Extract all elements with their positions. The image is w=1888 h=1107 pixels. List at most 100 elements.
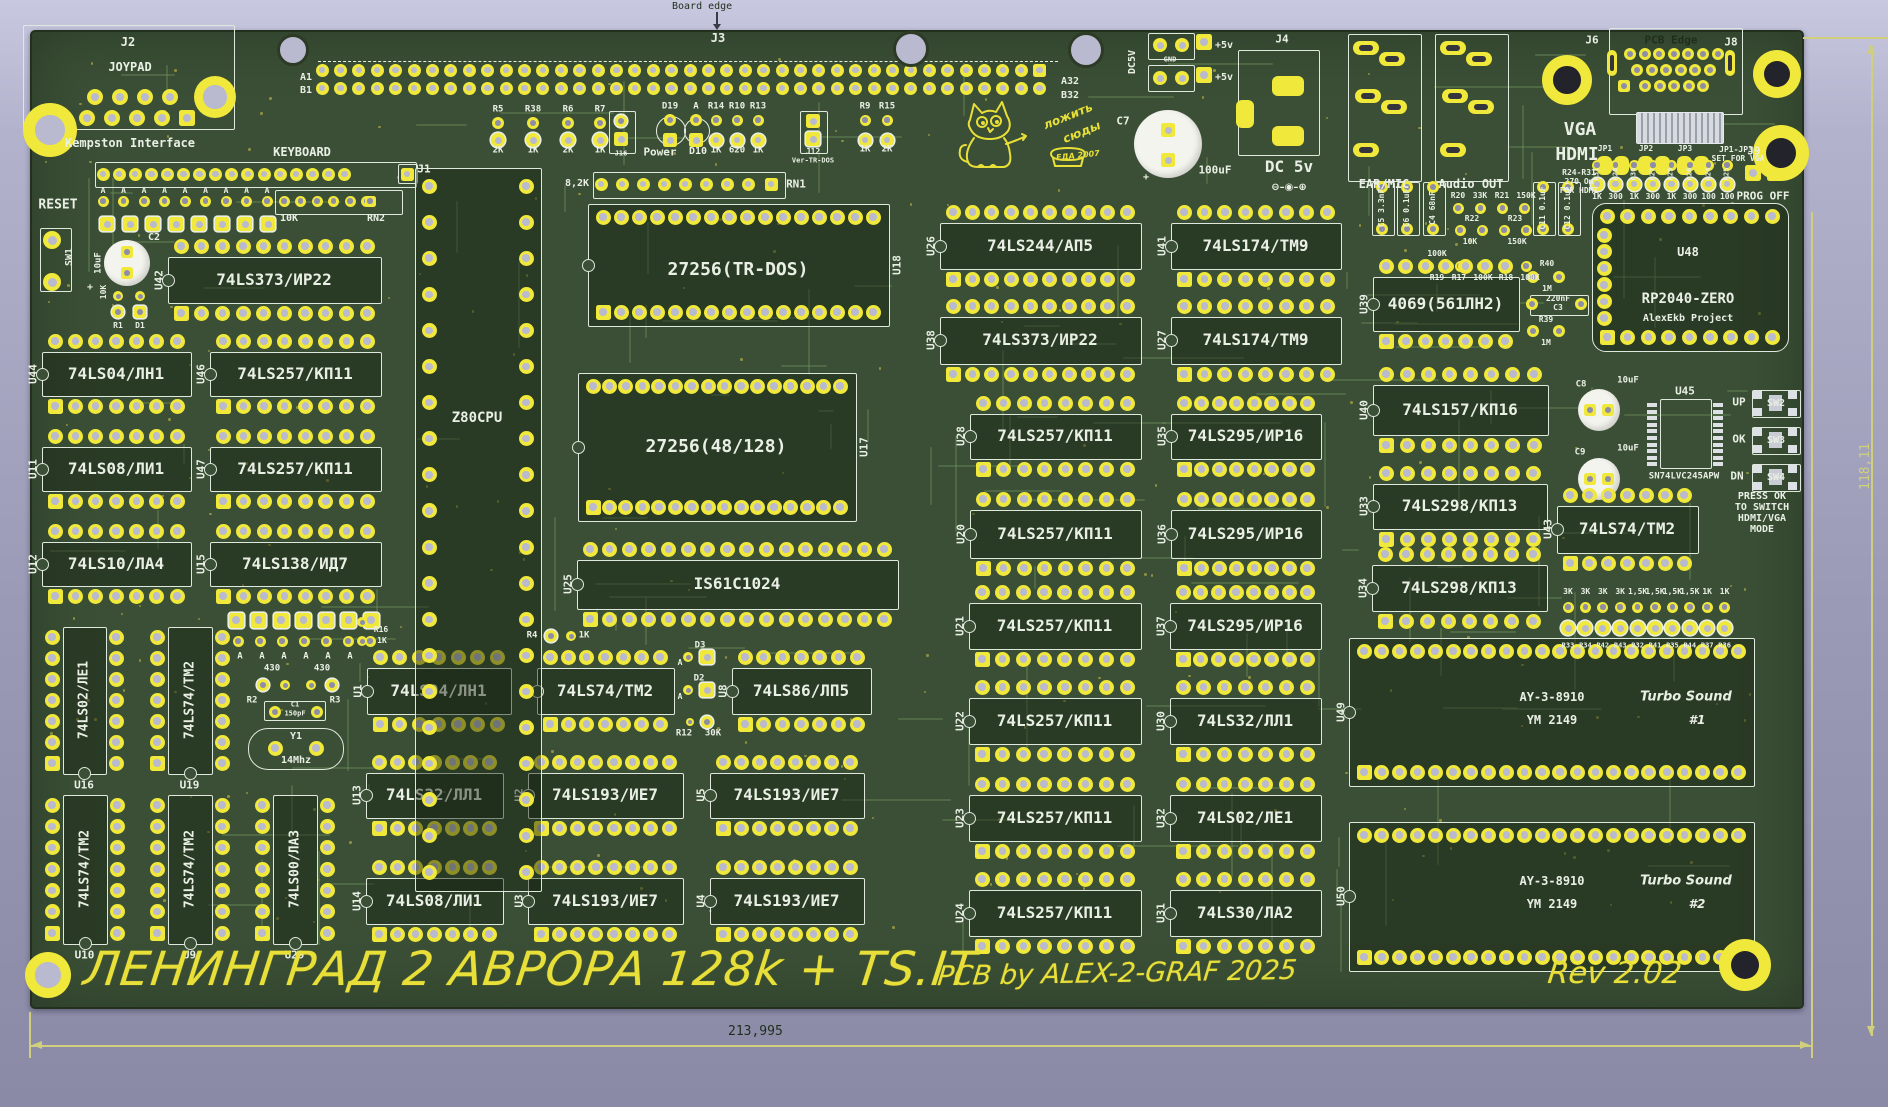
pad — [877, 542, 892, 557]
pad — [1481, 765, 1496, 780]
via — [1369, 476, 1372, 479]
pad — [150, 714, 165, 729]
silk-text: R44 — [1683, 643, 1696, 650]
pad — [1004, 367, 1019, 382]
pad — [1374, 644, 1389, 659]
pad — [112, 306, 124, 318]
pad — [616, 178, 629, 191]
pad — [806, 927, 821, 942]
silk-text: 74LS257/КП11 — [997, 905, 1113, 921]
silk-text: 74LS244/АП5 — [987, 238, 1093, 254]
pad — [1197, 367, 1212, 382]
smd-pad — [1272, 126, 1304, 146]
pad — [1196, 872, 1211, 887]
pad — [653, 717, 668, 732]
silk-text: R42 — [1596, 643, 1609, 650]
silk-text: R27 — [1649, 168, 1656, 181]
pad — [661, 542, 676, 557]
pad — [339, 306, 354, 321]
silk-text: 100K — [1473, 274, 1492, 282]
pad — [739, 82, 752, 95]
pad — [334, 82, 347, 95]
silk-text: 74LS02/ЛЕ1 — [1197, 810, 1293, 826]
silk-text: R34 — [1579, 643, 1592, 650]
via — [286, 663, 289, 666]
pad — [1442, 367, 1457, 382]
pad — [1420, 614, 1435, 629]
silk-text: R32 — [1631, 643, 1644, 650]
pad — [904, 82, 917, 95]
pad — [1378, 614, 1393, 629]
pad — [1279, 299, 1294, 314]
pad — [1099, 680, 1114, 695]
silk-text: JP3 — [1678, 145, 1692, 153]
silk-text: C9 — [1575, 449, 1586, 458]
pad — [1695, 950, 1710, 965]
pad — [783, 379, 798, 394]
pad — [1526, 614, 1541, 629]
silk-text: 1M — [1541, 339, 1551, 347]
pad — [1462, 614, 1477, 629]
pad — [1238, 747, 1253, 762]
pad — [1300, 585, 1315, 600]
pad — [1058, 561, 1073, 576]
via — [804, 755, 807, 758]
pad — [1177, 492, 1192, 507]
pad — [255, 926, 270, 941]
silk-text: 100uF — [1198, 165, 1231, 176]
pad — [1037, 844, 1052, 859]
pad — [1120, 747, 1135, 762]
pad — [684, 500, 699, 515]
pad — [806, 114, 820, 128]
pad — [1299, 367, 1314, 382]
pad — [88, 429, 103, 444]
pad — [519, 467, 534, 482]
pad — [1527, 367, 1542, 382]
copper-trace — [1338, 837, 1340, 866]
pad — [1062, 205, 1077, 220]
silk-text: R20 — [1451, 192, 1465, 200]
oval-pad — [1381, 100, 1407, 114]
pad — [1099, 844, 1114, 859]
pad — [1703, 330, 1718, 345]
pad — [45, 798, 60, 813]
silk-text: 1,5K — [1645, 588, 1664, 596]
pad — [794, 305, 809, 320]
pad — [45, 651, 60, 666]
pad — [1719, 602, 1730, 613]
pad — [45, 904, 60, 919]
pad — [519, 792, 534, 807]
smd-pin — [1647, 449, 1657, 453]
pad — [492, 117, 504, 129]
pad — [104, 110, 120, 126]
silk-text: R24 — [1705, 168, 1712, 181]
silk-text: SW2 — [1767, 399, 1785, 409]
pad — [1078, 844, 1093, 859]
via — [1345, 772, 1348, 775]
silk-text: Turbo Sound — [1640, 875, 1732, 888]
pad — [770, 860, 785, 875]
pad — [1279, 872, 1294, 887]
pad — [866, 305, 881, 320]
pad — [519, 503, 534, 518]
switch-pad — [1788, 445, 1797, 453]
pad — [1639, 488, 1654, 503]
via — [1404, 249, 1407, 252]
silk-text: 74LS373/ИР22 — [982, 332, 1098, 348]
silk-text: D10 — [689, 147, 707, 157]
pad — [1400, 438, 1415, 453]
via — [1326, 506, 1329, 509]
pad — [812, 64, 825, 77]
pad — [1078, 939, 1093, 954]
pad — [757, 82, 770, 95]
silk-text: GND — [1164, 57, 1177, 64]
pad — [1731, 644, 1746, 659]
smd-pin — [1713, 449, 1723, 453]
hdmi-connector-icon — [1636, 112, 1724, 144]
pad — [1120, 652, 1135, 667]
cat-ears-head — [969, 102, 1010, 139]
silk-text: R19 — [1430, 274, 1444, 282]
silk-text: 100 — [1720, 193, 1734, 201]
pad — [1618, 80, 1630, 92]
pad — [1042, 205, 1057, 220]
